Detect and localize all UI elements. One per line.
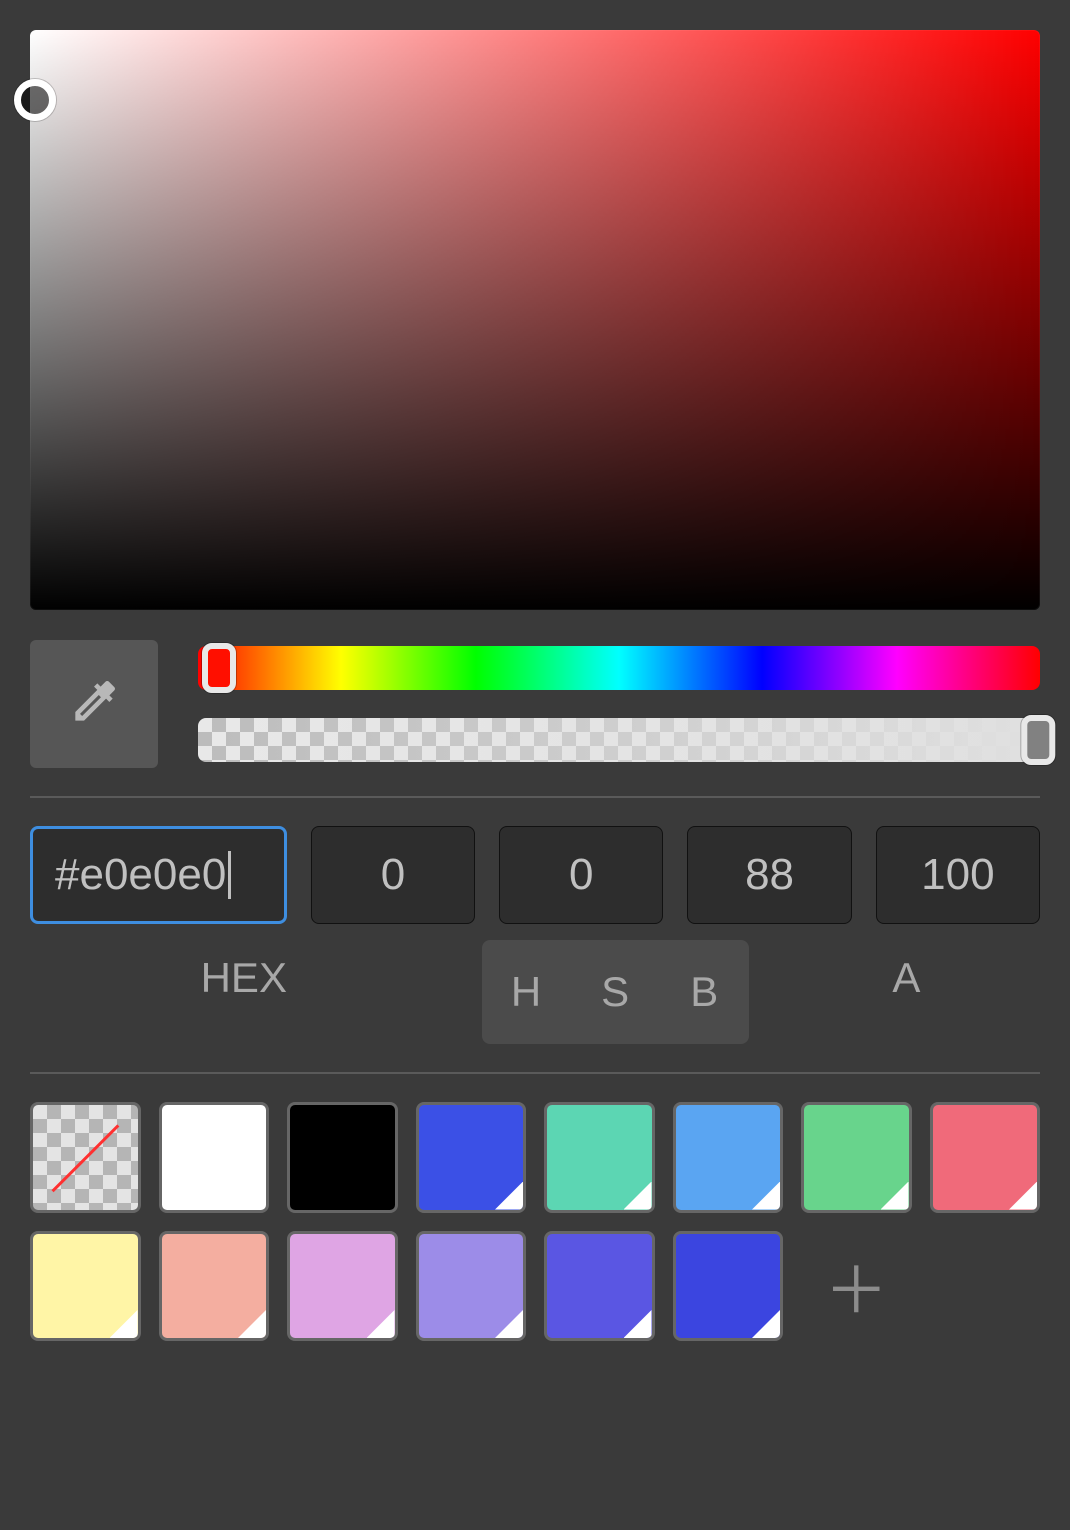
h-label: H: [482, 954, 571, 1030]
b-label: B: [660, 954, 749, 1030]
a-label: A: [773, 940, 1040, 1044]
inputs-row: #e0e0e0 0 0 88 100: [30, 826, 1040, 924]
alpha-slider[interactable]: [198, 718, 1040, 762]
divider: [30, 796, 1040, 798]
hex-input[interactable]: #e0e0e0: [30, 826, 287, 924]
labels-row: HEX H S B A: [30, 940, 1040, 1044]
swatch-8[interactable]: [30, 1231, 141, 1342]
swatch-11[interactable]: [416, 1231, 527, 1342]
swatch-13[interactable]: [673, 1231, 784, 1342]
brightness-value: 88: [745, 850, 794, 900]
swatch-7[interactable]: [930, 1102, 1041, 1213]
swatch-5[interactable]: [673, 1102, 784, 1213]
alpha-value: 100: [921, 850, 994, 900]
swatch-0[interactable]: [30, 1102, 141, 1213]
color-picker-panel: #e0e0e0 0 0 88 100 HEX H S B A ＋: [0, 0, 1070, 1371]
alpha-slider-handle[interactable]: [1021, 715, 1055, 765]
swatches-grid: ＋: [30, 1102, 1040, 1341]
hue-slider-handle[interactable]: [202, 643, 236, 693]
slider-row: [30, 640, 1040, 768]
swatch-12[interactable]: [544, 1231, 655, 1342]
swatch-9[interactable]: [159, 1231, 270, 1342]
hsb-mode-toggle[interactable]: H S B: [482, 940, 749, 1044]
eyedropper-icon: [66, 674, 122, 735]
swatch-2[interactable]: [287, 1102, 398, 1213]
saturation-value: 0: [569, 850, 593, 900]
swatch-1[interactable]: [159, 1102, 270, 1213]
add-swatch-button[interactable]: ＋: [801, 1231, 912, 1342]
sliders-column: [198, 640, 1040, 768]
swatch-6[interactable]: [801, 1102, 912, 1213]
swatch-4[interactable]: [544, 1102, 655, 1213]
plus-icon: ＋: [824, 1240, 888, 1332]
sv-cursor: [14, 79, 56, 121]
s-label: S: [571, 954, 660, 1030]
hue-input[interactable]: 0: [311, 826, 475, 924]
alpha-input[interactable]: 100: [876, 826, 1040, 924]
brightness-input[interactable]: 88: [687, 826, 851, 924]
swatch-10[interactable]: [287, 1231, 398, 1342]
swatch-3[interactable]: [416, 1102, 527, 1213]
divider: [30, 1072, 1040, 1074]
saturation-value-area[interactable]: [30, 30, 1040, 610]
hue-slider[interactable]: [198, 646, 1040, 690]
hue-value: 0: [381, 850, 405, 900]
text-caret: [228, 851, 231, 899]
eyedropper-button[interactable]: [30, 640, 158, 768]
saturation-input[interactable]: 0: [499, 826, 663, 924]
hex-label: HEX: [30, 940, 458, 1044]
hex-value: #e0e0e0: [55, 850, 226, 900]
